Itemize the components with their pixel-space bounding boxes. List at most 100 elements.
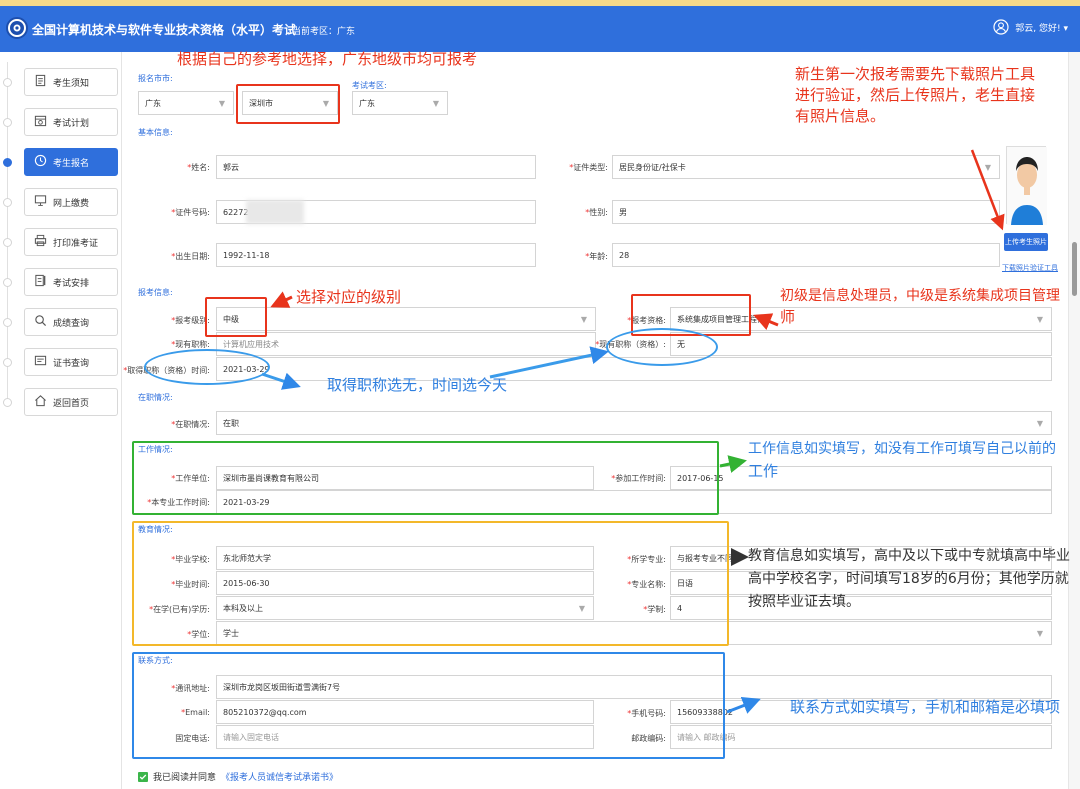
avatar-icon [1007,147,1047,225]
birth-field[interactable]: 1992-11-18 [216,243,536,267]
document-icon [34,74,47,90]
agreement-link[interactable]: 《报考人员诚信考试承诺书》 [221,770,338,783]
sidebar-item-label: 证书查询 [53,358,90,369]
work-start-field[interactable]: 2017-06-15 [670,466,1052,490]
monitor-icon [34,194,47,210]
status-label: *在职情况: [171,420,210,429]
id-type-select[interactable]: 居民身份证/社保卡 ▼ [612,155,1000,179]
schedule-icon [34,274,47,290]
sidebar-item-8[interactable]: 证书查询 [24,348,118,376]
id-number-label: *证件号码: [171,208,210,217]
chevron-down-icon: ▼ [218,99,225,108]
id-number-redacted [246,200,304,224]
sidebar-timeline-dot [3,118,12,127]
exam-location: 当前考区：广东 [292,27,356,37]
user-icon [993,19,1009,35]
search-icon [34,314,47,330]
district-select[interactable]: 广东 ▼ [352,91,448,115]
qualification-annotation-line1: 初级是信息处理员，中级是系统集成项目管理 [780,288,1060,304]
sidebar-item-label: 考生报名 [53,158,90,169]
sidebar-timeline-dot [3,78,12,87]
name-field[interactable]: 郭云 [216,155,536,179]
scrollbar-thumb[interactable] [1072,242,1077,296]
age-field[interactable]: 28 [612,243,1000,267]
agreement-checkbox[interactable] [138,771,148,782]
download-tool-link[interactable]: 下载照片验证工具 [1002,263,1058,273]
sidebar-item-label: 网上缴费 [53,198,90,209]
sidebar-item-label: 考试安排 [53,278,90,289]
certificate-icon [34,354,47,370]
clock-icon [34,154,47,170]
chevron-down-icon: ▼ [1036,629,1043,638]
app-title: 全国计算机技术与软件专业技术资格（水平）考试 [32,23,297,37]
city-highlight-box [236,84,340,124]
sidebar-timeline-dot [3,278,12,287]
scrollbar[interactable] [1068,52,1080,789]
edu-highlight-box [132,521,729,646]
level-arrow [270,291,293,308]
sidebar-item-3[interactable]: 考生报名 [24,148,118,176]
level-select[interactable]: 中级 ▼ [216,307,596,331]
current-title-field[interactable]: 计算机应用技术 [216,332,596,356]
sidebar-item-label: 返回首页 [53,398,90,409]
sidebar-item-label: 打印准考证 [53,238,99,249]
printer-icon [34,234,47,250]
sidebar-item-9[interactable]: 返回首页 [24,388,118,416]
level-highlight-box [205,297,267,337]
sidebar-item-7[interactable]: 成绩查询 [24,308,118,336]
work-annotation-line2: 工作 [748,462,779,480]
chevron-down-icon: ▼ [1036,419,1043,428]
basic-info-label: 基本信息: [138,128,173,137]
sidebar-item-2[interactable]: 考试计划 [24,108,118,136]
sidebar-timeline-dot [3,358,12,367]
chevron-down-icon: ▼ [984,163,991,172]
work-annotation-line1: 工作信息如实填写，如没有工作可填写自己以前的 [748,441,1056,457]
sidebar-timeline [7,62,8,402]
sidebar-item-5[interactable]: 打印准考证 [24,228,118,256]
user-name: 郭云, 您好! ▾ [1015,23,1068,34]
user-menu[interactable]: 郭云, 您好! ▾ [993,19,1068,35]
upload-photo-button[interactable]: 上传考生照片 [1004,233,1048,251]
level-label: *报考级别: [171,316,210,325]
chevron-down-icon: ▼ [580,315,587,324]
province-select[interactable]: 广东 ▼ [138,91,234,115]
gender-label: *性别: [585,208,608,217]
gender-field[interactable]: 男 [612,200,1000,224]
photo-annotation-line2: 进行验证，然后上传照片，老生直接 [795,86,1036,104]
job-status-select[interactable]: 在职 ▼ [216,411,1052,435]
region-annotation: 根据自己的参考地选择，广东地级市均可报考 [177,50,478,68]
sidebar-item-label: 成绩查询 [53,318,90,329]
have-title-highlight [606,328,718,366]
age-label: *年龄: [585,252,608,261]
birth-label: *出生日期: [171,252,210,261]
name-label: *姓名: [187,163,210,172]
sidebar-item-6[interactable]: 考试安排 [24,268,118,296]
contact-annotation: 联系方式如实填写，手机和邮箱是必填项 [790,698,1061,716]
sidebar-item-4[interactable]: 网上缴费 [24,188,118,216]
sidebar-timeline-dot [3,398,12,407]
job-status-label: 在职情况: [138,393,173,402]
agreement-text: 我已阅读并同意 [153,773,217,783]
photo-annotation-line1: 新生第一次报考需要先下载照片工具 [795,65,1036,83]
region-city-label: 报名市市: [138,74,173,83]
calendar-icon [34,114,47,130]
agreement: 我已阅读并同意 《报考人员诚信考试承诺书》 [138,770,338,783]
photo-annotation-line3: 有照片信息。 [795,107,886,125]
chevron-down-icon: ▼ [1036,315,1043,324]
check-icon [139,774,147,780]
sidebar-timeline-dot [3,158,12,167]
edu-annotation-line1: 教育信息如实填写，高中及以下或中专就填高中毕业 [748,548,1070,564]
sidebar-item-label: 考生须知 [53,78,90,89]
qualification-annotation-line2: 师 [780,308,796,326]
sidebar-item-1[interactable]: 考生须知 [24,68,118,96]
logo-icon [6,17,28,39]
sidebar-timeline-dot [3,238,12,247]
postcode-field[interactable]: 请输入 邮政编码 [670,725,1052,749]
sidebar-timeline-dot [3,318,12,327]
id-type-label: *证件类型: [569,163,608,172]
exam-info-label: 报考信息: [138,288,173,297]
edu-annotation-line3: 按照毕业证去填。 [748,594,860,610]
home-icon [34,394,47,410]
sidebar-timeline-dot [3,198,12,207]
title-annotation: 取得职称选无，时间选今天 [327,376,508,394]
